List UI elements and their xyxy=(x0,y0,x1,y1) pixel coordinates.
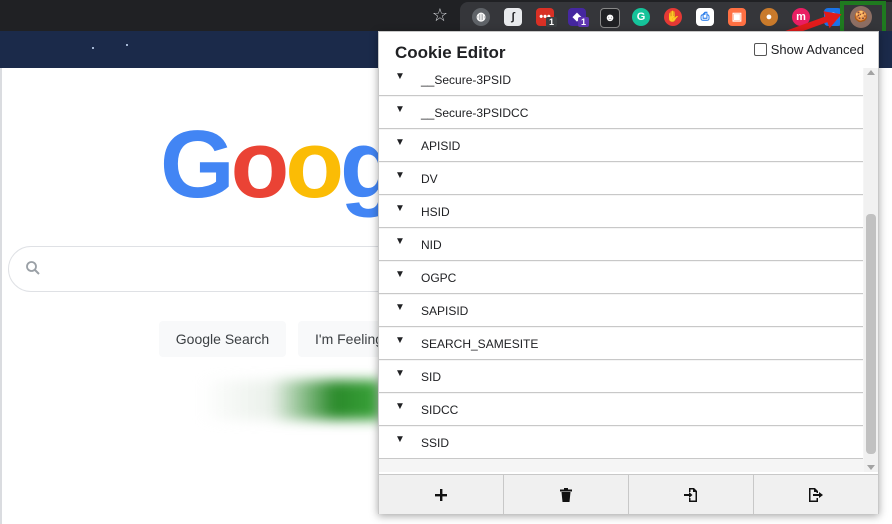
cookie-row[interactable]: ▼ SAPISID xyxy=(379,295,863,327)
cookie-editor-popup: Cookie Editor Show Advanced ▼ __Secure-3P… xyxy=(378,31,879,514)
chevron-down-icon[interactable]: ▼ xyxy=(395,203,407,215)
import-icon xyxy=(684,487,697,502)
cookie-name: OGPC xyxy=(421,271,457,285)
cookie-row[interactable]: ▼ __Secure-3PSID xyxy=(379,68,863,96)
show-advanced-toggle[interactable]: Show Advanced xyxy=(753,42,864,57)
add-cookie-button[interactable] xyxy=(379,475,504,514)
chevron-down-icon[interactable]: ▼ xyxy=(395,302,407,314)
cookie-name: NID xyxy=(421,238,442,252)
cookie-row[interactable]: ▼ SSID xyxy=(379,427,863,459)
google-logo: Goog xyxy=(160,110,399,220)
chevron-down-icon[interactable]: ▼ xyxy=(395,335,407,347)
google-search-button[interactable]: Google Search xyxy=(159,321,286,357)
logo-letter: G xyxy=(160,111,235,218)
globe-icon[interactable]: ◍ xyxy=(472,8,490,26)
logo-letter: o xyxy=(285,111,344,218)
cookie-row[interactable]: ▼ HSID xyxy=(379,196,863,228)
search-icon xyxy=(24,259,42,277)
cookie-name: HSID xyxy=(421,205,450,219)
cookie-small-icon[interactable]: ● xyxy=(760,8,778,26)
cookie-name: __Secure-3PSIDCC xyxy=(421,106,529,120)
chevron-down-icon[interactable]: ▼ xyxy=(395,137,407,149)
delete-all-button[interactable] xyxy=(504,475,629,514)
cookie-name: SAPISID xyxy=(421,304,469,318)
page-edge xyxy=(0,68,2,524)
doc-icon[interactable]: ⎙ xyxy=(696,8,714,26)
add-icon xyxy=(435,488,447,501)
scroll-up-icon[interactable] xyxy=(867,70,875,75)
chevron-down-icon[interactable]: ▼ xyxy=(395,170,407,182)
chevron-down-icon[interactable]: ▼ xyxy=(395,236,407,248)
cookie-row[interactable]: ▼ __Secure-3PSIDCC xyxy=(379,97,863,129)
blurred-region xyxy=(200,380,380,420)
chevron-down-icon[interactable]: ▼ xyxy=(395,401,407,413)
extension-badge: 1 xyxy=(546,17,557,27)
feeling-lucky-button[interactable]: I'm Feeling xyxy=(298,321,388,357)
cookie-name: SSID xyxy=(421,436,450,450)
google-search-input[interactable] xyxy=(8,246,430,292)
cookie-name: SIDCC xyxy=(421,403,459,417)
spy-icon[interactable]: ☻ xyxy=(600,8,620,28)
picture-icon[interactable]: ▣ xyxy=(728,8,746,26)
popup-title: Cookie Editor xyxy=(395,43,506,62)
sketch-icon[interactable]: ∫ xyxy=(504,8,522,26)
chevron-down-icon[interactable]: ▼ xyxy=(395,104,407,116)
grammarly-icon[interactable]: G xyxy=(632,8,650,26)
scroll-down-icon[interactable] xyxy=(867,465,875,470)
chevron-down-icon[interactable]: ▼ xyxy=(395,368,407,380)
show-advanced-label: Show Advanced xyxy=(770,42,864,57)
logo-letter: o xyxy=(230,111,290,218)
puzzle-icon[interactable]: ◆ 1 xyxy=(568,8,589,27)
chevron-down-icon[interactable]: ▼ xyxy=(395,434,407,446)
cookie-row[interactable]: ▼ OGPC xyxy=(379,262,863,294)
chevron-down-icon[interactable]: ▼ xyxy=(395,269,407,281)
hand-icon[interactable]: ✋ xyxy=(664,8,682,26)
chevron-down-icon[interactable]: ▼ xyxy=(395,71,407,83)
import-button[interactable] xyxy=(629,475,754,514)
sparkle-icon xyxy=(126,44,128,46)
scrollbar-thumb[interactable] xyxy=(866,214,876,454)
extension-badge: 1 xyxy=(578,17,589,27)
bookmark-star-icon[interactable]: ☆ xyxy=(430,5,450,25)
cookie-name: SID xyxy=(421,370,442,384)
sparkle-icon xyxy=(92,47,94,49)
cookie-row[interactable]: ▼ DV xyxy=(379,163,863,195)
cookie-row[interactable]: ▼ SIDCC xyxy=(379,394,863,426)
browser-toolbar: ☆ ◍ ∫ ••• 1 ◆ 1 ☻ G ✋ ⎙ ▣ ● m ◉ 🍪 xyxy=(0,0,892,31)
dots-icon[interactable]: ••• 1 xyxy=(536,8,557,27)
cookie-name: APISID xyxy=(421,139,461,153)
export-button[interactable] xyxy=(754,475,878,514)
cookie-row[interactable]: ▼ APISID xyxy=(379,130,863,162)
popup-footer xyxy=(379,474,878,514)
cookie-row[interactable]: ▼ SEARCH_SAMESITE xyxy=(379,328,863,360)
cookie-row[interactable]: ▼ NID xyxy=(379,229,863,261)
export-icon xyxy=(809,487,823,502)
cookie-name: DV xyxy=(421,172,438,186)
cookie-name: __Secure-3PSID xyxy=(421,73,512,87)
show-advanced-checkbox[interactable] xyxy=(753,43,767,56)
cookie-row[interactable]: ▼ SID xyxy=(379,361,863,393)
cookie-list: ▼ __Secure-3PSID ▼ __Secure-3PSIDCC ▼ APISI… xyxy=(379,68,864,472)
cookie-list-scrollbar[interactable] xyxy=(864,68,878,472)
delete-icon xyxy=(560,487,572,502)
cookie-name: SEARCH_SAMESITE xyxy=(421,337,539,351)
